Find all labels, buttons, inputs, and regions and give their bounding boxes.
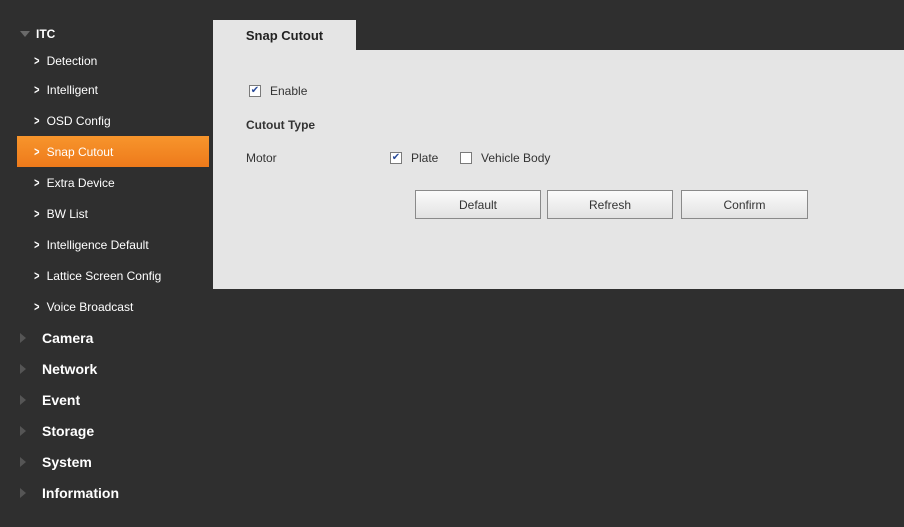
sidebar-section-system[interactable]: System — [0, 446, 205, 477]
sidebar-item-extra-device[interactable]: > Extra Device — [0, 167, 205, 198]
sidebar-item-osd-config[interactable]: > OSD Config — [0, 105, 205, 136]
sidebar-section-information[interactable]: Information — [0, 477, 205, 508]
snap-cutout-panel: ✔ Enable Cutout Type Motor ✔ Plate Vehic… — [213, 50, 904, 289]
sidebar-section-event[interactable]: Event — [0, 384, 205, 415]
sidebar-section-storage[interactable]: Storage — [0, 415, 205, 446]
chevron-right-icon: > — [34, 53, 40, 68]
expand-right-icon — [20, 394, 26, 405]
chevron-right-icon: > — [34, 82, 40, 97]
confirm-button[interactable]: Confirm — [681, 190, 808, 219]
chevron-right-icon: > — [34, 175, 40, 190]
chevron-right-icon: > — [34, 206, 40, 221]
expand-right-icon — [20, 425, 26, 436]
checkmark-icon: ✔ — [391, 152, 401, 163]
sidebar-section-camera[interactable]: Camera — [0, 322, 205, 353]
sidebar-section-network[interactable]: Network — [0, 353, 205, 384]
sidebar-item-intelligence-default[interactable]: > Intelligence Default — [0, 229, 205, 260]
enable-row: ✔ Enable — [249, 84, 307, 98]
default-button[interactable]: Default — [415, 190, 541, 219]
motor-row: Motor — [246, 151, 277, 165]
chevron-right-icon: > — [34, 144, 40, 159]
sidebar-item-bw-list[interactable]: > BW List — [0, 198, 205, 229]
sidebar-section-label: Camera — [42, 329, 94, 346]
sidebar-item-snap-cutout[interactable]: > Snap Cutout — [17, 136, 209, 167]
sidebar-section-label: Information — [42, 484, 119, 501]
sidebar-item-label: Voice Broadcast — [46, 299, 134, 314]
sidebar-item-voice-broadcast[interactable]: > Voice Broadcast — [0, 291, 205, 322]
expand-right-icon — [20, 363, 26, 374]
tab-label: Snap Cutout — [245, 27, 324, 43]
sidebar-item-label: BW List — [46, 206, 88, 221]
plate-label: Plate — [411, 151, 439, 165]
cutout-type-row: Cutout Type — [246, 118, 315, 132]
vehicle-body-checkbox[interactable] — [460, 152, 472, 164]
sidebar: ITC > Detection > Intelligent > OSD Conf… — [0, 0, 209, 527]
sidebar-section-label: ITC — [36, 26, 56, 41]
expand-right-icon — [20, 332, 26, 343]
sidebar-item-label: Snap Cutout — [46, 144, 114, 159]
plate-checkbox[interactable]: ✔ — [390, 152, 402, 164]
sidebar-section-label: Storage — [42, 422, 95, 439]
sidebar-item-lattice-screen-config[interactable]: > Lattice Screen Config — [0, 260, 205, 291]
chevron-right-icon: > — [34, 299, 40, 314]
chevron-right-icon: > — [34, 113, 40, 128]
cutout-type-label: Cutout Type — [246, 118, 316, 132]
sidebar-item-label: Intelligent — [46, 82, 98, 97]
sidebar-section-label: System — [42, 453, 92, 470]
enable-checkbox[interactable]: ✔ — [249, 85, 261, 97]
motor-label: Motor — [246, 151, 277, 165]
sidebar-item-detection[interactable]: > Detection — [0, 47, 205, 74]
enable-label: Enable — [270, 84, 308, 98]
plate-option: ✔ Plate — [390, 151, 438, 165]
chevron-right-icon: > — [34, 268, 40, 283]
sidebar-item-label: Intelligence Default — [46, 237, 149, 252]
sidebar-item-intelligent[interactable]: > Intelligent — [0, 74, 205, 105]
vehicle-body-option: Vehicle Body — [460, 151, 550, 165]
confirm-button-label: Confirm — [723, 197, 766, 212]
sidebar-item-label: Extra Device — [46, 175, 115, 190]
sidebar-item-label: OSD Config — [46, 113, 111, 128]
refresh-button[interactable]: Refresh — [547, 190, 673, 219]
sidebar-item-label: Lattice Screen Config — [46, 268, 162, 283]
chevron-right-icon: > — [34, 237, 40, 252]
sidebar-section-label: Event — [42, 391, 81, 408]
expand-down-icon — [20, 30, 30, 37]
sidebar-section-itc[interactable]: ITC — [0, 20, 205, 47]
sidebar-item-label: Detection — [46, 53, 98, 68]
refresh-button-label: Refresh — [588, 197, 632, 212]
vehicle-body-label: Vehicle Body — [481, 151, 551, 165]
sidebar-section-label: Network — [42, 360, 98, 377]
default-button-label: Default — [458, 197, 498, 212]
tab-snap-cutout[interactable]: Snap Cutout — [213, 20, 356, 50]
checkmark-icon: ✔ — [250, 85, 260, 96]
expand-right-icon — [20, 456, 26, 467]
expand-right-icon — [20, 487, 26, 498]
